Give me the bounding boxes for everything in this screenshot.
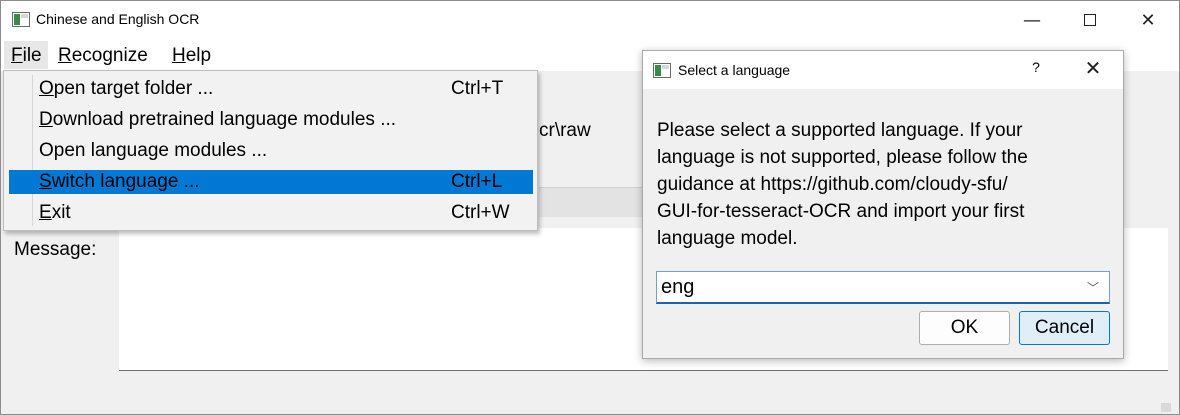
dialog-close-button[interactable]: ✕ — [1079, 56, 1107, 82]
menu-file[interactable]: File — [11, 44, 42, 68]
menu-recognize[interactable]: Recognize — [58, 44, 148, 68]
dialog-title: Select a language — [678, 62, 791, 78]
language-select-value: eng — [661, 276, 695, 298]
maximize-button[interactable] — [1067, 1, 1113, 39]
help-button[interactable]: ? — [1023, 59, 1049, 81]
select-language-dialog: Select a language ? ✕ Please select a su… — [642, 50, 1124, 359]
tab-strip — [539, 187, 643, 217]
minimize-button[interactable]: — — [1009, 1, 1055, 39]
menu-item-open-language-modules[interactable]: Open language modules ... — [9, 139, 533, 163]
resize-grip[interactable] — [1161, 403, 1171, 412]
menu-item-open-target-folder[interactable]: Open target folder ... Ctrl+T — [9, 77, 533, 101]
dialog-window-icon — [653, 63, 671, 78]
menu-item-exit[interactable]: Exit Ctrl+W — [9, 201, 533, 225]
shortcut-label: Ctrl+T — [451, 78, 504, 99]
maximize-icon — [1084, 14, 1096, 26]
dialog-title-bar: Select a language ? ✕ — [643, 51, 1123, 89]
menu-item-download-modules[interactable]: Download pretrained language modules ... — [9, 108, 533, 132]
shortcut-label: Ctrl+W — [451, 202, 510, 223]
cancel-button[interactable]: Cancel — [1019, 311, 1110, 345]
close-icon: ✕ — [1084, 56, 1102, 80]
minimize-icon: — — [1023, 9, 1041, 31]
menu-help[interactable]: Help — [172, 44, 211, 68]
message-label: Message: — [14, 239, 97, 260]
close-icon: ✕ — [1140, 9, 1156, 31]
dialog-message: Please select a supported language. If y… — [657, 120, 1028, 249]
menu-item-switch-language[interactable]: Switch language ... Ctrl+L — [9, 170, 533, 194]
language-select[interactable]: eng ﹀ — [656, 271, 1110, 304]
help-icon: ? — [1032, 59, 1040, 75]
title-bar: Chinese and English OCR — ✕ — [1, 1, 1179, 39]
folder-path-text: cr\raw — [539, 120, 591, 141]
file-menu-dropdown: Open target folder ... Ctrl+T Download p… — [3, 70, 538, 231]
chevron-down-icon[interactable]: ﹀ — [1087, 279, 1099, 296]
app-window-icon — [12, 12, 30, 27]
window-title: Chinese and English OCR — [36, 11, 200, 27]
shortcut-label: Ctrl+L — [451, 171, 503, 192]
ok-button[interactable]: OK — [919, 311, 1010, 345]
close-button[interactable]: ✕ — [1125, 1, 1171, 39]
